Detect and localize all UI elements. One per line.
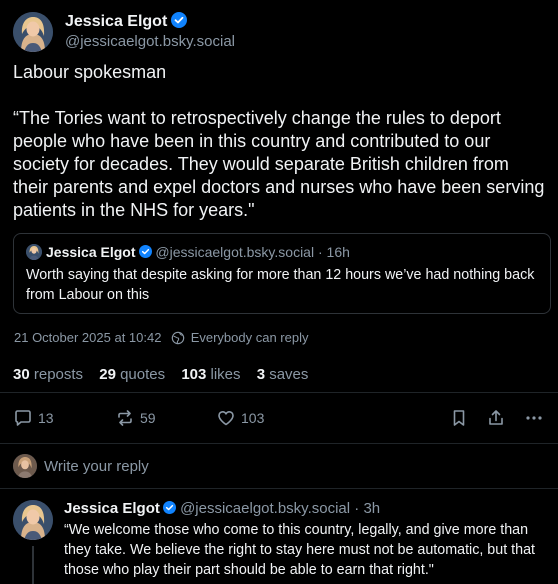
post-meta: 21 October 2025 at 10:42 Everybody can r… [14, 330, 308, 345]
reposts-label: reposts [33, 366, 84, 383]
verified-badge-icon [162, 501, 176, 514]
author-name[interactable]: Jessica Elgot [65, 12, 188, 31]
bookmark-button[interactable] [449, 406, 469, 430]
verified-badge-icon [138, 245, 152, 258]
reply-author-avatar[interactable] [13, 500, 53, 540]
reply-button[interactable]: 13 [13, 406, 54, 430]
post-body: Labour spokesman “The Tories want to ret… [13, 61, 545, 222]
saves-stat: 3 saves [257, 366, 309, 383]
reply-permission-text[interactable]: Everybody can reply [191, 330, 309, 345]
quoted-post-card[interactable]: Jessica Elgot @jessicaelgot.bsky.social … [13, 233, 551, 314]
post-text-line: “The Tories want to retrospectively chan… [13, 108, 545, 220]
author-name-text[interactable]: Jessica Elgot [65, 13, 167, 30]
more-options-button[interactable] [524, 406, 544, 430]
likes-label: likes [210, 366, 241, 383]
quotes-stat[interactable]: 29 quotes [99, 366, 165, 383]
quoted-author-avatar [26, 244, 42, 260]
reply-composer[interactable]: Write your reply [13, 453, 149, 479]
post-text-blank-line [13, 84, 545, 107]
reposts-stat[interactable]: 30 reposts [13, 366, 83, 383]
divider [0, 443, 558, 444]
divider [0, 488, 558, 489]
share-button[interactable] [486, 406, 506, 430]
repost-button[interactable]: 59 [115, 406, 156, 430]
like-icon [218, 411, 234, 426]
post-text-line: Labour spokesman [13, 62, 167, 82]
repost-count: 59 [140, 410, 156, 426]
share-icon [489, 410, 503, 425]
quoted-author-name: Jessica Elgot [46, 244, 136, 260]
likes-stat[interactable]: 103 likes [181, 366, 240, 383]
more-icon [526, 416, 542, 420]
like-count: 103 [241, 410, 265, 426]
globe-icon [171, 331, 185, 345]
bookmark-icon [453, 410, 465, 426]
thread-line [32, 546, 34, 584]
current-user-avatar [13, 454, 37, 478]
reply-time[interactable]: 3h [363, 500, 380, 517]
engagement-stats: 30 reposts 29 quotes 103 likes 3 saves [13, 366, 320, 383]
quoted-author-handle: @jessicaelgot.bsky.social [155, 244, 315, 260]
quoted-post-text: Worth saying that despite asking for mor… [26, 267, 535, 303]
reply-placeholder[interactable]: Write your reply [44, 458, 149, 475]
saves-label: saves [269, 366, 309, 383]
separator-dot: · [354, 500, 360, 517]
reply-post[interactable]: Jessica Elgot @jessicaelgot.bsky.social … [13, 498, 553, 584]
reply-text: “We welcome those who come to this count… [64, 522, 536, 578]
saves-count: 3 [256, 366, 266, 383]
reply-icon [15, 410, 31, 426]
reply-count: 13 [38, 410, 54, 426]
reply-author-handle[interactable]: @jessicaelgot.bsky.social [180, 500, 350, 517]
separator-dot: · [317, 244, 323, 260]
quotes-count: 29 [99, 366, 116, 383]
reposts-count: 30 [13, 366, 30, 383]
author-avatar[interactable] [13, 12, 53, 52]
divider [0, 392, 558, 393]
quoted-post-header: Jessica Elgot @jessicaelgot.bsky.social … [26, 244, 350, 260]
quoted-post-time: 16h [326, 244, 350, 260]
author-handle[interactable]: @jessicaelgot.bsky.social [65, 33, 235, 50]
action-bar: 13 59 103 [13, 406, 548, 432]
verified-badge-icon [171, 12, 188, 28]
repost-icon [118, 410, 132, 426]
post-timestamp: 21 October 2025 at 10:42 [14, 330, 162, 345]
quotes-label: quotes [120, 366, 166, 383]
reply-header: Jessica Elgot @jessicaelgot.bsky.social … [64, 500, 380, 517]
post-header: Jessica Elgot @jessicaelgot.bsky.social [13, 12, 543, 52]
likes-count: 103 [181, 366, 207, 383]
reply-author-name[interactable]: Jessica Elgot [64, 500, 160, 517]
like-button[interactable]: 103 [216, 406, 264, 430]
